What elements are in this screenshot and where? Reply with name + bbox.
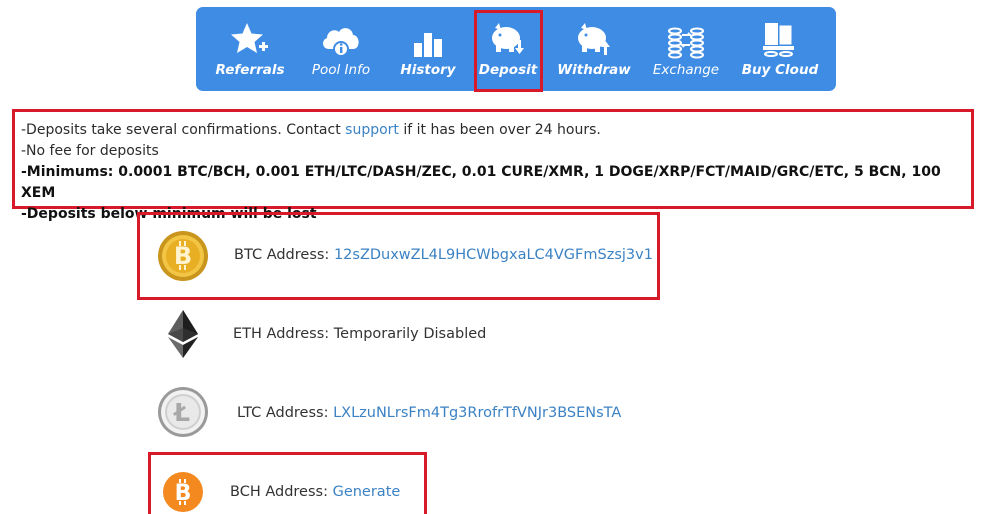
notice-line-1-suffix: if it has been over 24 hours.: [398, 122, 601, 138]
nav-buy-cloud-label: Buy Cloud: [741, 62, 819, 78]
svg-text:B: B: [174, 242, 192, 270]
ltc-address-value[interactable]: LXLzuNLrsFm4Tg3RrofrTfVNJr3BSENsTA: [333, 405, 621, 421]
nav-buy-cloud[interactable]: Buy Cloud: [742, 7, 818, 91]
eth-address-row: ETH Address: Temporarily Disabled: [233, 326, 486, 342]
litecoin-icon: Ł: [158, 387, 208, 437]
nav-history[interactable]: History: [390, 7, 466, 91]
bitcoin-cash-icon: B: [163, 472, 203, 512]
bar-chart-icon: [414, 33, 442, 57]
nav-referrals[interactable]: Referrals: [212, 7, 288, 91]
svg-text:B: B: [175, 481, 192, 506]
deposit-notice: -Deposits take several confirmations. Co…: [12, 109, 974, 222]
nav-pool-info-label: Pool Info: [311, 62, 371, 78]
support-link[interactable]: support: [345, 122, 399, 138]
server-cloud-icon: [763, 23, 794, 57]
eth-address-label: ETH Address:: [233, 326, 334, 342]
bitcoin-coin-icon: B: [158, 231, 208, 281]
deposit-highlight-box: [474, 10, 543, 92]
bch-address-row: BCH Address: Generate: [230, 484, 400, 500]
nav-pool-info[interactable]: Pool Info: [303, 7, 379, 91]
coin-stacks-exchange-icon: [668, 27, 704, 59]
eth-address-value: Temporarily Disabled: [333, 326, 487, 342]
piggy-bank-up-icon: [578, 23, 610, 55]
cloud-info-icon: [323, 28, 359, 57]
btc-address-row: BTC Address: 12sZDuxwZL4L9HCWbgxaLC4VGFm…: [234, 247, 653, 263]
ethereum-icon: [168, 310, 198, 358]
nav-referrals-label: Referrals: [215, 62, 285, 78]
btc-address-label: BTC Address:: [234, 247, 334, 263]
star-plus-icon: [231, 23, 268, 53]
bch-generate-link[interactable]: Generate: [333, 484, 401, 500]
ltc-address-label: LTC Address:: [237, 405, 334, 421]
bch-address-label: BCH Address:: [230, 484, 333, 500]
notice-line-1: -Deposits take several confirmations. Co…: [21, 120, 971, 141]
notice-line-1-text: -Deposits take several confirmations. Co…: [21, 122, 346, 138]
nav-withdraw[interactable]: Withdraw: [556, 7, 632, 91]
notice-line-2: -No fee for deposits: [21, 143, 159, 159]
notice-minimums: -Minimums: 0.0001 BTC/BCH, 0.001 ETH/LTC…: [21, 164, 941, 201]
svg-text:Ł: Ł: [172, 398, 190, 427]
ltc-address-row: LTC Address: LXLzuNLrsFm4Tg3RrofrTfVNJr3…: [237, 405, 621, 421]
nav-withdraw-label: Withdraw: [557, 62, 631, 78]
btc-address-value[interactable]: 12sZDuxwZL4L9HCWbgxaLC4VGFmSzsj3v1: [334, 247, 653, 263]
nav-exchange-label: Exchange: [652, 62, 720, 78]
nav-exchange[interactable]: Exchange: [648, 7, 724, 91]
